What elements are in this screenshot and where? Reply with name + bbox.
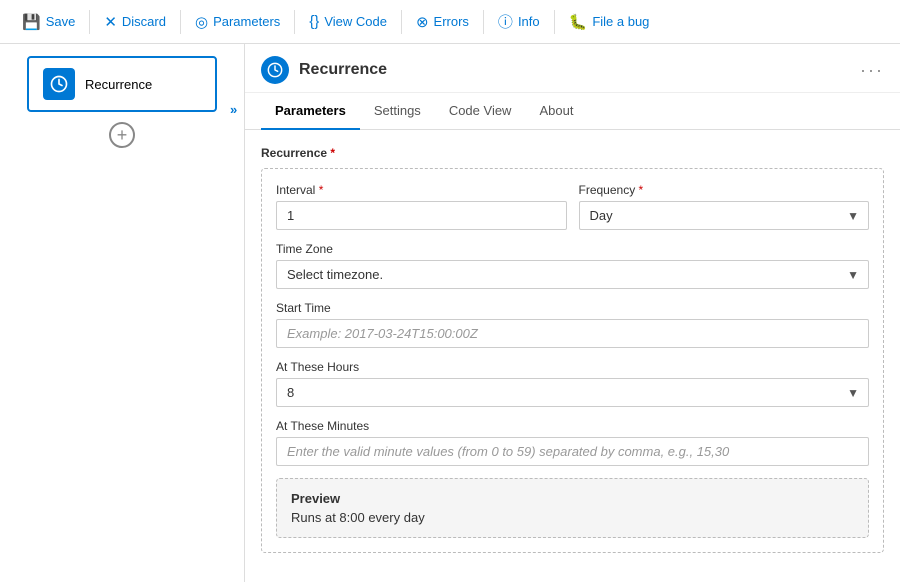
- right-header: Recurrence ···: [245, 44, 900, 93]
- errors-icon: ⊗: [416, 13, 429, 31]
- errors-label: Errors: [434, 14, 469, 29]
- interval-input[interactable]: [276, 201, 567, 230]
- separator-3: [294, 10, 295, 34]
- add-node-button[interactable]: +: [109, 122, 135, 148]
- tab-parameters[interactable]: Parameters: [261, 93, 360, 130]
- interval-frequency-row: Interval * Frequency * Second Minute: [276, 183, 869, 230]
- preview-text: Runs at 8:00 every day: [291, 510, 854, 525]
- separator-2: [180, 10, 181, 34]
- info-icon: ⓘ: [498, 11, 513, 32]
- add-icon: +: [117, 125, 128, 146]
- main-layout: » Recurrence + Recurrence: [0, 44, 900, 582]
- separator-4: [401, 10, 402, 34]
- attheseminutes-label: At These Minutes: [276, 419, 869, 433]
- interval-required: *: [315, 183, 323, 197]
- info-label: Info: [518, 14, 540, 29]
- atthesehours-select[interactable]: 8 0123 4567 91011: [276, 378, 869, 407]
- errors-button[interactable]: ⊗ Errors: [406, 9, 479, 35]
- interval-group: Interval *: [276, 183, 567, 230]
- starttime-input[interactable]: [276, 319, 869, 348]
- frequency-label: Frequency *: [579, 183, 870, 197]
- left-panel: Recurrence +: [0, 44, 245, 582]
- toolbar: 💾 Save ✕ Discard ◎ Parameters {} View Co…: [0, 0, 900, 44]
- save-icon: 💾: [22, 13, 41, 31]
- parameters-button[interactable]: ◎ Parameters: [185, 9, 290, 35]
- recurrence-section-label: Recurrence *: [261, 146, 884, 160]
- timezone-label: Time Zone: [276, 242, 869, 256]
- recurrence-icon-box: [43, 68, 75, 100]
- timezone-group: Time Zone Select timezone. ▼: [276, 242, 869, 289]
- starttime-label: Start Time: [276, 301, 869, 315]
- starttime-group: Start Time: [276, 301, 869, 348]
- frequency-group: Frequency * Second Minute Hour Day Week …: [579, 183, 870, 230]
- clock-icon: [50, 75, 68, 93]
- tab-settings[interactable]: Settings: [360, 93, 435, 130]
- header-clock-icon: [267, 62, 283, 78]
- interval-label: Interval *: [276, 183, 567, 197]
- frequency-required: *: [635, 183, 643, 197]
- discard-label: Discard: [122, 14, 166, 29]
- preview-box: Preview Runs at 8:00 every day: [276, 478, 869, 538]
- right-panel: Recurrence ··· Parameters Settings Code …: [245, 44, 900, 582]
- recurrence-dashed-box: Interval * Frequency * Second Minute: [261, 168, 884, 553]
- timezone-select[interactable]: Select timezone.: [276, 260, 869, 289]
- timezone-select-wrapper: Select timezone. ▼: [276, 260, 869, 289]
- frequency-select[interactable]: Second Minute Hour Day Week Month: [579, 201, 870, 230]
- tabs-bar: Parameters Settings Code View About: [245, 93, 900, 130]
- separator-1: [89, 10, 90, 34]
- preview-title: Preview: [291, 491, 854, 506]
- header-icon-box: [261, 56, 289, 84]
- fileabug-icon: 🐛: [569, 13, 588, 31]
- save-button[interactable]: 💾 Save: [12, 9, 85, 35]
- discard-icon: ✕: [104, 13, 117, 31]
- recurrence-node[interactable]: Recurrence: [27, 56, 217, 112]
- content-area: Recurrence * Interval * Frequency *: [245, 130, 900, 582]
- viewcode-label: View Code: [324, 14, 387, 29]
- panel-title: Recurrence: [299, 61, 850, 79]
- more-options-button[interactable]: ···: [860, 60, 884, 81]
- attheseminutes-group: At These Minutes: [276, 419, 869, 466]
- viewcode-icon: {}: [309, 13, 319, 30]
- separator-5: [483, 10, 484, 34]
- parameters-icon: ◎: [195, 13, 208, 31]
- tab-codeview[interactable]: Code View: [435, 93, 526, 130]
- discard-button[interactable]: ✕ Discard: [94, 9, 176, 35]
- fileabug-button[interactable]: 🐛 File a bug: [559, 9, 660, 35]
- atthesehours-label: At These Hours: [276, 360, 869, 374]
- atthesehours-select-wrapper: 8 0123 4567 91011 ▼: [276, 378, 869, 407]
- tab-about[interactable]: About: [525, 93, 587, 130]
- attheseminutes-input[interactable]: [276, 437, 869, 466]
- recurrence-required: *: [327, 146, 335, 160]
- node-label: Recurrence: [85, 77, 152, 92]
- atthesehours-group: At These Hours 8 0123 4567 91011 ▼: [276, 360, 869, 407]
- expand-arrows[interactable]: »: [230, 102, 237, 117]
- viewcode-button[interactable]: {} View Code: [299, 9, 397, 34]
- frequency-select-wrapper: Second Minute Hour Day Week Month ▼: [579, 201, 870, 230]
- fileabug-label: File a bug: [592, 14, 649, 29]
- separator-6: [554, 10, 555, 34]
- info-button[interactable]: ⓘ Info: [488, 7, 550, 36]
- save-label: Save: [46, 14, 76, 29]
- parameters-label: Parameters: [213, 14, 280, 29]
